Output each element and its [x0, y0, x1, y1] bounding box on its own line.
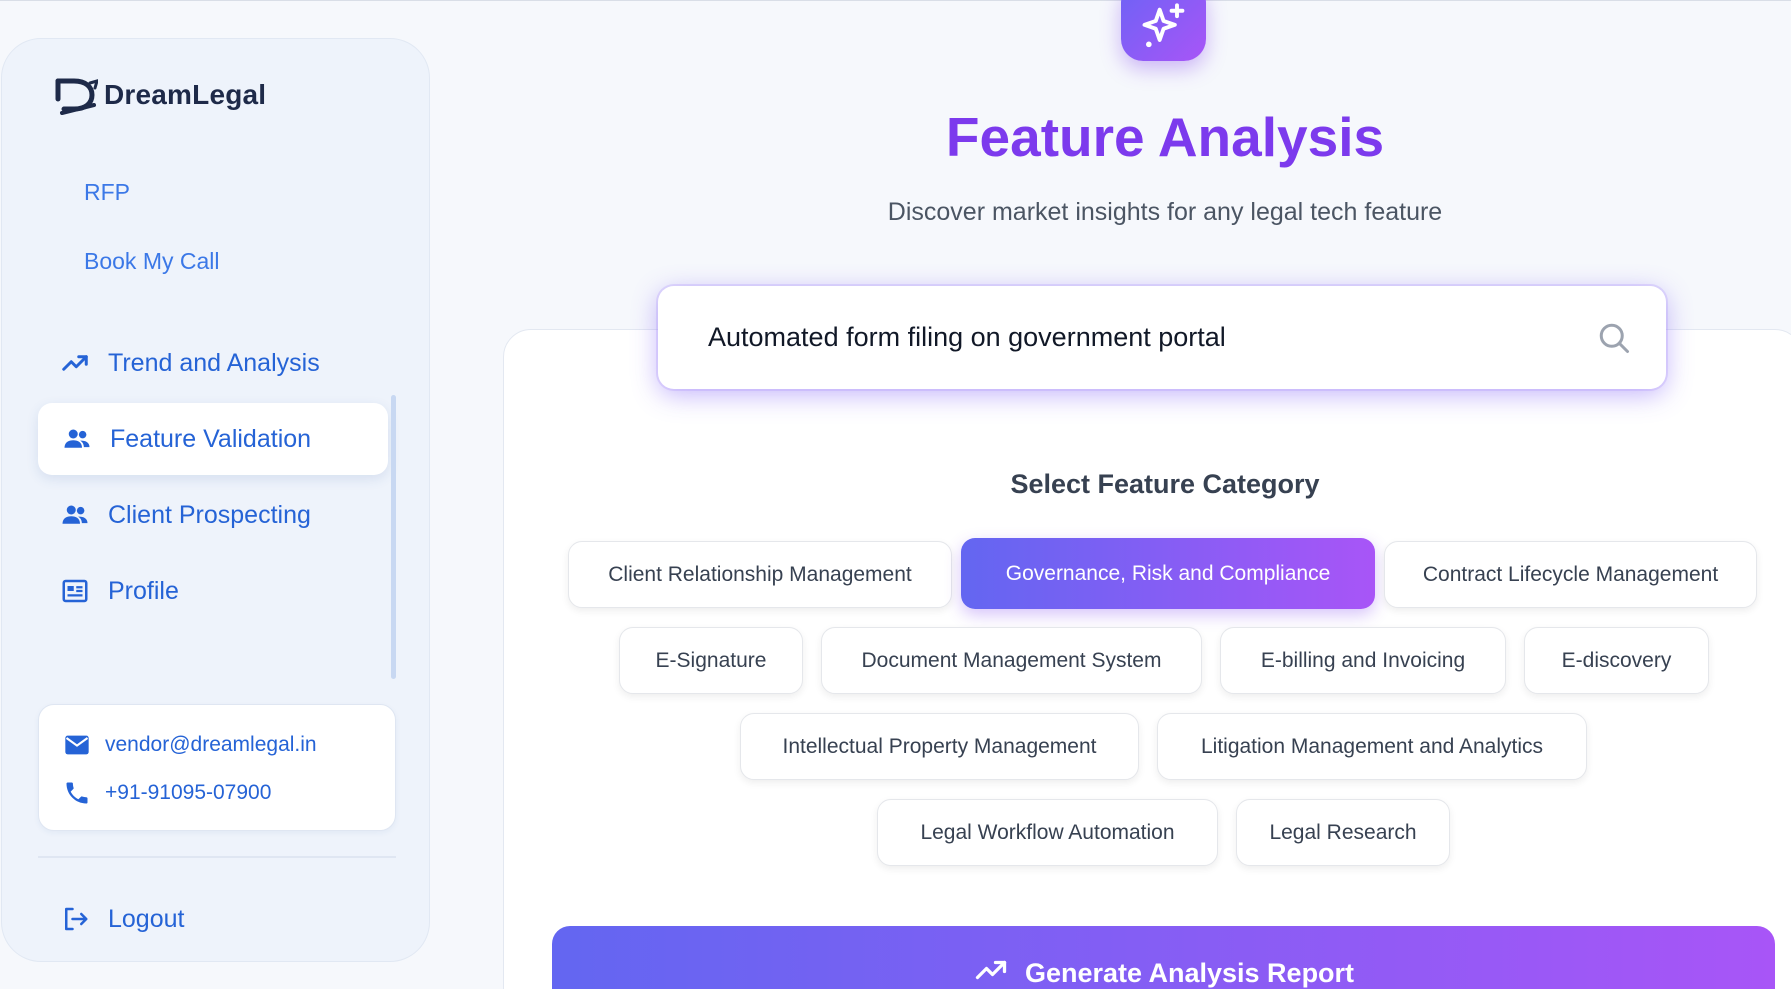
- category-chip-clm[interactable]: Contract Lifecycle Management: [1384, 541, 1757, 608]
- category-chip-litigation[interactable]: Litigation Management and Analytics: [1157, 713, 1587, 780]
- phone-icon: [66, 782, 88, 804]
- category-section-title: Select Feature Category: [1010, 469, 1320, 499]
- sidebar: DreamLegal RFP Book My Call Trend and An…: [1, 38, 430, 962]
- logout-label: Logout: [108, 904, 185, 933]
- page-subtitle: Discover market insights for any legal t…: [887, 198, 1443, 226]
- category-chip-e-discovery[interactable]: E-discovery: [1524, 627, 1709, 694]
- sidebar-item-profile[interactable]: Profile: [38, 555, 388, 627]
- sparkle-badge: [1121, 0, 1206, 61]
- users-icon: [62, 424, 92, 454]
- trending-up-icon: [975, 960, 1007, 980]
- category-chip-e-signature[interactable]: E-Signature: [619, 627, 803, 694]
- category-chip-workflow-automation[interactable]: Legal Workflow Automation: [877, 799, 1218, 866]
- contact-email-text: vendor@dreamlegal.in: [105, 733, 317, 756]
- category-chip-grc-selected[interactable]: Governance, Risk and Compliance: [961, 538, 1375, 609]
- feature-search-box: [658, 286, 1666, 389]
- sidebar-divider: [38, 856, 396, 858]
- generate-report-button[interactable]: Generate Analysis Report: [552, 926, 1775, 989]
- sidebar-scrollbar[interactable]: [391, 395, 396, 679]
- sidebar-item-label: Trend and Analysis: [108, 348, 320, 377]
- page-title: Feature Analysis: [945, 106, 1385, 168]
- feature-search-input[interactable]: [708, 322, 1596, 353]
- contact-email[interactable]: vendor@dreamlegal.in: [63, 731, 317, 759]
- sidebar-item-feature-validation[interactable]: Feature Validation: [38, 403, 388, 475]
- category-chip-crm[interactable]: Client Relationship Management: [568, 541, 952, 608]
- mail-icon: [65, 735, 89, 755]
- search-icon[interactable]: [1596, 320, 1632, 356]
- generate-report-label: Generate Analysis Report: [1024, 958, 1355, 988]
- logout-button[interactable]: Logout: [38, 883, 396, 955]
- sidebar-link-book-my-call[interactable]: Book My Call: [84, 248, 219, 275]
- id-card-icon: [60, 576, 90, 606]
- sparkle-icon: [1142, 3, 1184, 48]
- users-icon: [60, 500, 90, 530]
- sidebar-item-label: Profile: [108, 576, 179, 605]
- sidebar-item-trend-analysis[interactable]: Trend and Analysis: [38, 327, 388, 399]
- logout-icon: [65, 907, 88, 931]
- category-chip-legal-research[interactable]: Legal Research: [1236, 799, 1450, 866]
- category-chip-e-billing[interactable]: E-billing and Invoicing: [1220, 627, 1506, 694]
- contact-phone[interactable]: +91-91095-07900: [63, 779, 271, 807]
- trending-up-icon: [60, 348, 90, 378]
- sidebar-item-label: Feature Validation: [110, 424, 312, 453]
- contact-phone-text: +91-91095-07900: [105, 781, 272, 804]
- contact-card: vendor@dreamlegal.in +91-91095-07900: [38, 704, 396, 831]
- category-chip-ip-management[interactable]: Intellectual Property Management: [740, 713, 1139, 780]
- category-chip-dms[interactable]: Document Management System: [821, 627, 1202, 694]
- sidebar-item-label: Client Prospecting: [108, 500, 311, 529]
